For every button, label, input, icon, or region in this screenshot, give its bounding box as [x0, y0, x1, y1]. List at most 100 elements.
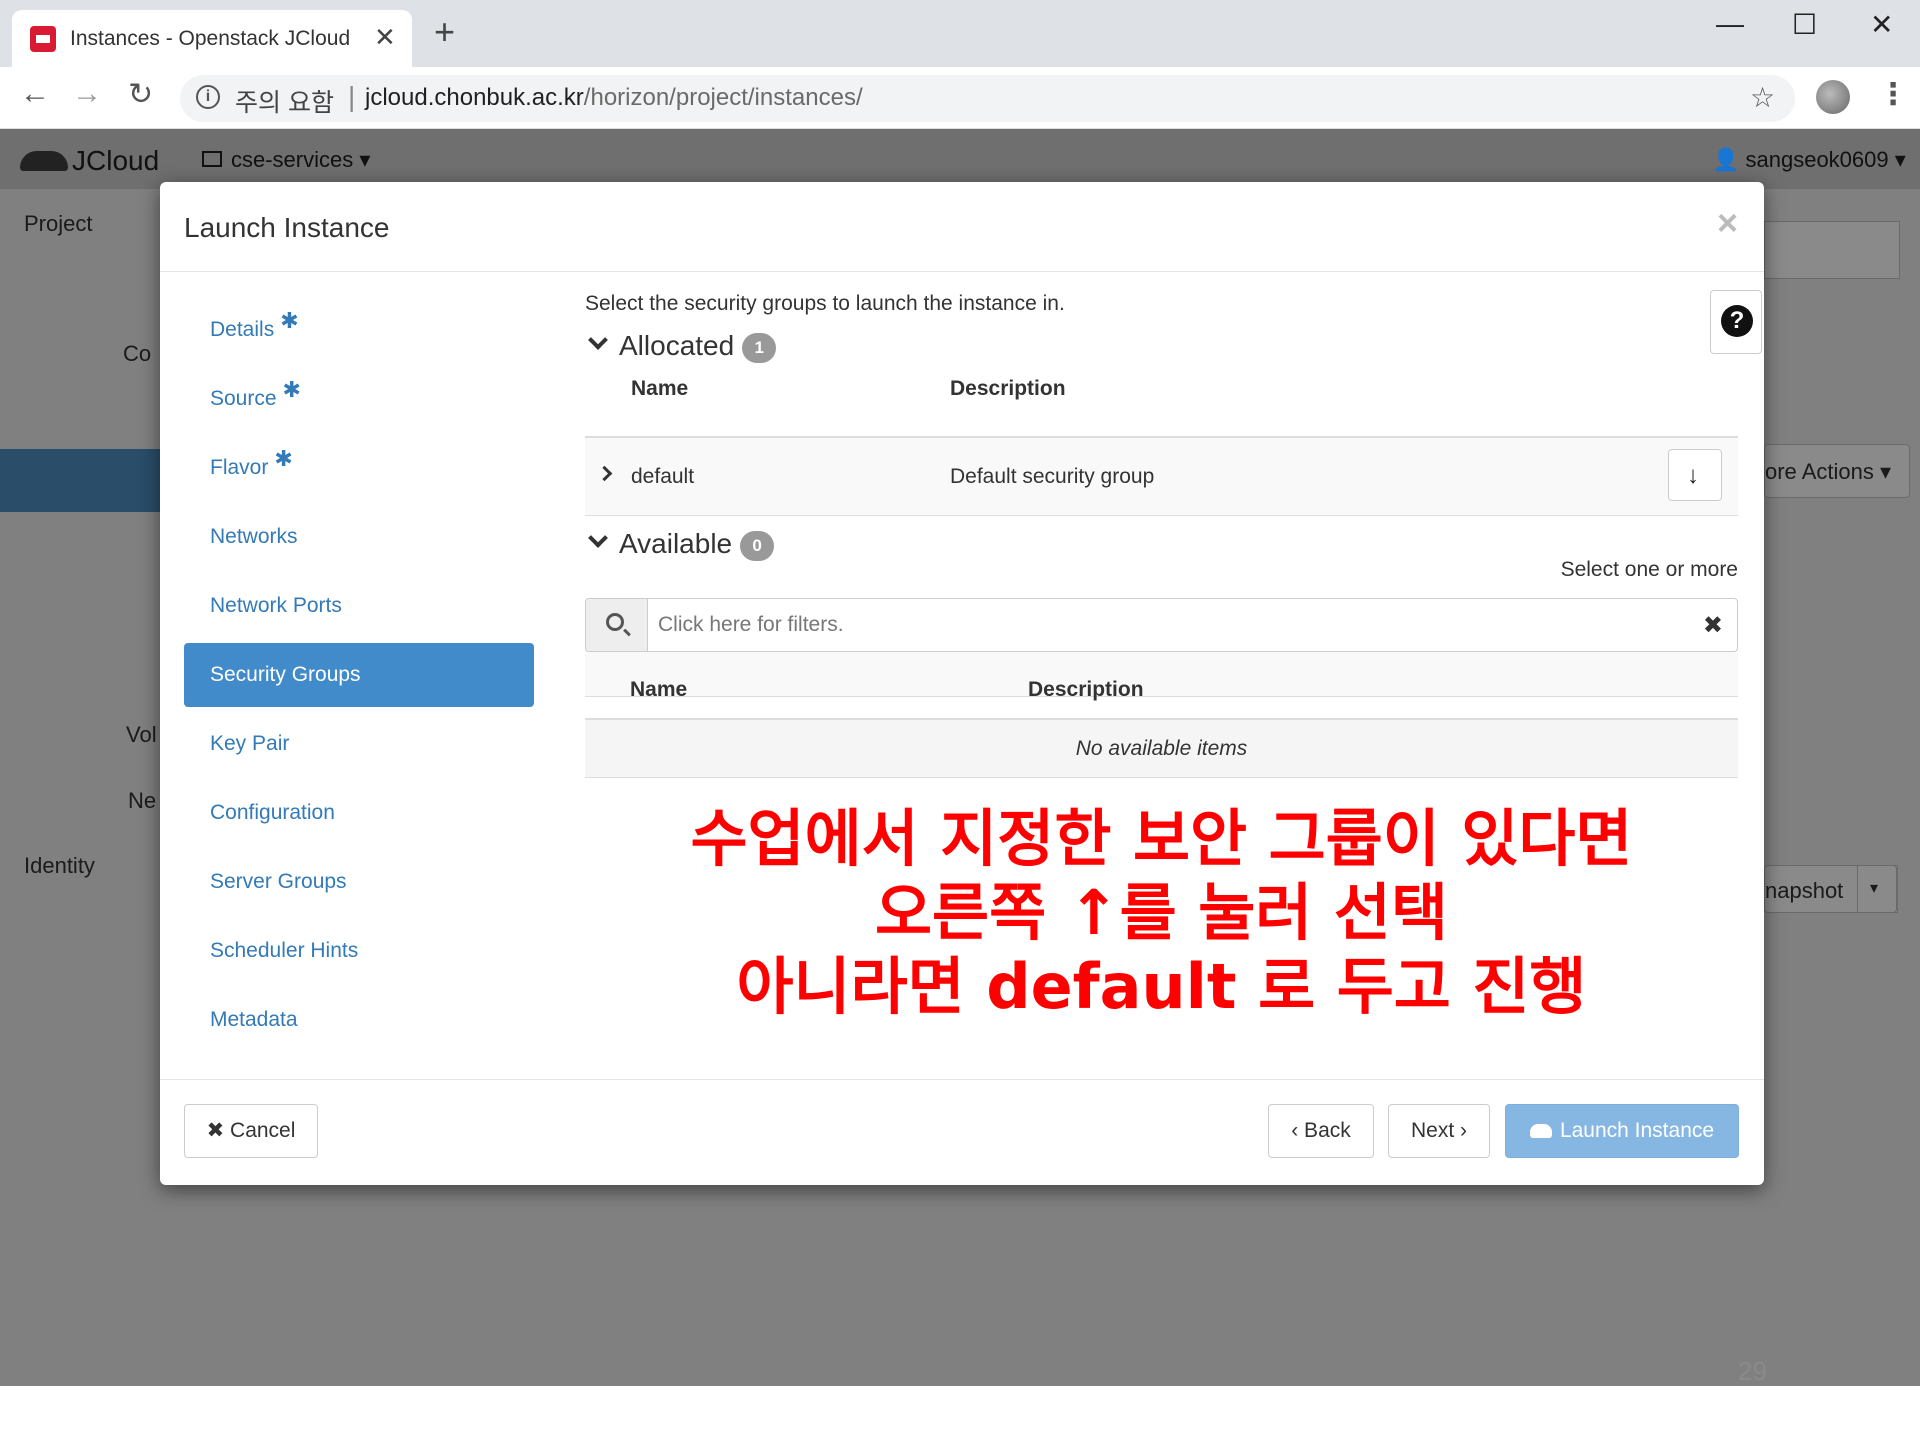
instruction-annotation: 수업에서 지정한 보안 그룹이 있다면 오른쪽 ↑를 눌러 선택 아니라면 de… — [585, 802, 1738, 1024]
bookmark-star-icon[interactable]: ☆ — [1750, 81, 1775, 114]
modal-close-icon[interactable]: × — [1717, 202, 1738, 244]
allocated-col-name[interactable]: Name — [631, 377, 688, 401]
empty-state: No available items — [585, 720, 1738, 778]
snapshot-caret-icon: ▾ — [1870, 880, 1879, 897]
select-hint: Select one or more — [1560, 558, 1738, 581]
project-icon — [202, 151, 222, 167]
required-asterisk-icon: ✱ — [280, 308, 299, 333]
wizard-step-metadata[interactable]: Metadata — [184, 988, 534, 1052]
sidebar-project: Project — [24, 211, 93, 236]
modal-header: Launch Instance × — [160, 182, 1764, 272]
filter-addon — [586, 599, 648, 651]
info-icon[interactable]: i — [196, 85, 220, 109]
search-icon — [606, 613, 624, 631]
allocated-toggle[interactable]: Allocated 1 — [585, 330, 777, 363]
required-asterisk-icon: ✱ — [274, 446, 293, 471]
new-tab-icon[interactable]: + — [434, 14, 455, 50]
wizard-step-scheduler-hints[interactable]: Scheduler Hints — [184, 919, 534, 983]
chevron-down-icon — [588, 528, 608, 548]
snapshot-label: napshot — [1765, 878, 1844, 903]
url-path: /horizon/project/instances/ — [583, 84, 863, 111]
wizard-step-source[interactable]: Source ✱ — [184, 367, 534, 431]
app-logo: JCloud — [72, 145, 160, 176]
available-count-badge: 0 — [740, 530, 775, 561]
step-label: Flavor — [210, 456, 269, 479]
sidebar-volumes: Vol — [126, 722, 157, 747]
forward-arrow-icon[interactable]: → — [72, 77, 102, 111]
browser-tab[interactable]: Instances - Openstack JCloud ✕ — [12, 10, 412, 67]
window-close-icon[interactable]: ✕ — [1870, 8, 1893, 41]
address-separator: | — [348, 81, 356, 112]
allocated-col-description[interactable]: Description — [950, 377, 1066, 401]
wizard-step-networks[interactable]: Networks — [184, 505, 534, 569]
available-title: Available — [619, 528, 733, 559]
maximize-icon[interactable]: ☐ — [1792, 8, 1817, 41]
wizard-step-configuration[interactable]: Configuration — [184, 781, 534, 845]
annotation-line: 아니라면 default 로 두고 진행 — [736, 950, 1587, 1023]
wizard-step-key-pair[interactable]: Key Pair — [184, 712, 534, 776]
available-toggle[interactable]: Available 0 — [585, 528, 775, 561]
available-col-description[interactable]: Description — [1028, 678, 1144, 702]
deallocate-button[interactable]: ↓ — [1668, 449, 1722, 501]
annotation-line: 수업에서 지정한 보안 그룹이 있다면 — [690, 802, 1633, 875]
user-menu[interactable]: 👤 sangseok0609 ▾ — [1712, 147, 1906, 173]
url-host: jcloud.chonbuk.ac.kr — [365, 84, 584, 111]
wizard-step-server-groups[interactable]: Server Groups — [184, 850, 534, 914]
security-group-description: Default security group — [950, 465, 1155, 488]
more-actions-label: ore Actions ▾ — [1765, 459, 1891, 484]
cloud-logo-icon — [20, 151, 68, 171]
back-button[interactable]: ‹ Back — [1268, 1104, 1374, 1158]
annotation-line: 오른쪽 ↑를 눌러 선택 — [874, 876, 1449, 949]
wizard-step-details[interactable]: Details ✱ — [184, 298, 534, 362]
filter-bar: ✖ — [585, 598, 1738, 652]
slide-number: 29 — [1738, 1356, 1767, 1386]
allocated-count-badge: 1 — [742, 332, 777, 363]
wizard-step-security-groups[interactable]: Security Groups — [184, 643, 534, 707]
sidebar-network: Ne — [128, 788, 157, 813]
step-label: Details — [210, 318, 275, 341]
app-navbar: JCloud cse-services ▾ 👤 sangseok0609 ▾ — [0, 129, 1920, 189]
filter-input[interactable] — [658, 599, 1678, 651]
arrow-down-icon: ↓ — [1687, 462, 1699, 489]
launch-instance-button[interactable]: Launch Instance — [1505, 1104, 1739, 1158]
slide-bottom — [0, 1386, 1920, 1440]
next-button[interactable]: Next › — [1388, 1104, 1490, 1158]
wizard-step-network-ports[interactable]: Network Ports — [184, 574, 534, 638]
allocated-header-divider — [585, 436, 1738, 438]
launch-label: Launch Instance — [1559, 1119, 1715, 1142]
allocated-title: Allocated — [619, 330, 735, 361]
minimize-icon[interactable]: — — [1716, 8, 1744, 40]
security-group-name: default — [631, 465, 695, 488]
sidebar-active-band — [0, 449, 162, 512]
modal-footer: ✖ Cancel ‹ Back Next › Launch Instance — [160, 1079, 1764, 1184]
allocated-row-default: default Default security group ↓ — [585, 438, 1738, 516]
profile-avatar[interactable] — [1816, 80, 1850, 114]
browser-tabbar: Instances - Openstack JCloud ✕ + — ☐ ✕ — [0, 0, 1920, 67]
bg-more-actions: ore Actions ▾ — [1764, 444, 1910, 498]
url-text[interactable]: jcloud.chonbuk.ac.kr/horizon/project/ins… — [365, 84, 863, 112]
chevron-right-icon[interactable] — [596, 465, 613, 482]
tab-close-icon[interactable]: ✕ — [374, 22, 396, 53]
sidebar-identity: Identity — [24, 853, 95, 878]
chevron-down-icon — [588, 330, 608, 350]
step-label: Source — [210, 387, 277, 410]
available-col-name[interactable]: Name — [630, 678, 687, 702]
browser-toolbar: ← → ↻ i 주의 요함 | jcloud.chonbuk.ac.kr/hor… — [0, 67, 1920, 129]
browser-menu-icon[interactable]: ⋮ — [1878, 77, 1908, 112]
back-arrow-icon[interactable]: ← — [20, 77, 50, 111]
reload-icon[interactable]: ↻ — [128, 77, 153, 112]
clear-filter-icon[interactable]: ✖ — [1703, 611, 1723, 640]
question-circle-icon: ? — [1721, 305, 1753, 337]
wizard-step-flavor[interactable]: Flavor ✱ — [184, 436, 534, 500]
required-asterisk-icon: ✱ — [282, 377, 301, 402]
tab-title: Instances - Openstack JCloud — [70, 27, 351, 50]
openstack-favicon-icon — [30, 26, 56, 52]
help-button[interactable]: ? — [1710, 290, 1762, 354]
cancel-button[interactable]: ✖ Cancel — [184, 1104, 318, 1158]
modal-title: Launch Instance — [184, 212, 390, 243]
address-bar[interactable]: i 주의 요함 | jcloud.chonbuk.ac.kr/horizon/p… — [180, 75, 1795, 122]
project-selector[interactable]: cse-services ▾ — [231, 147, 370, 173]
security-warning[interactable]: 주의 요함 — [235, 83, 334, 119]
panel-intro: Select the security groups to launch the… — [585, 292, 1065, 315]
bg-snapshot-caret: ▾ — [1857, 865, 1897, 913]
